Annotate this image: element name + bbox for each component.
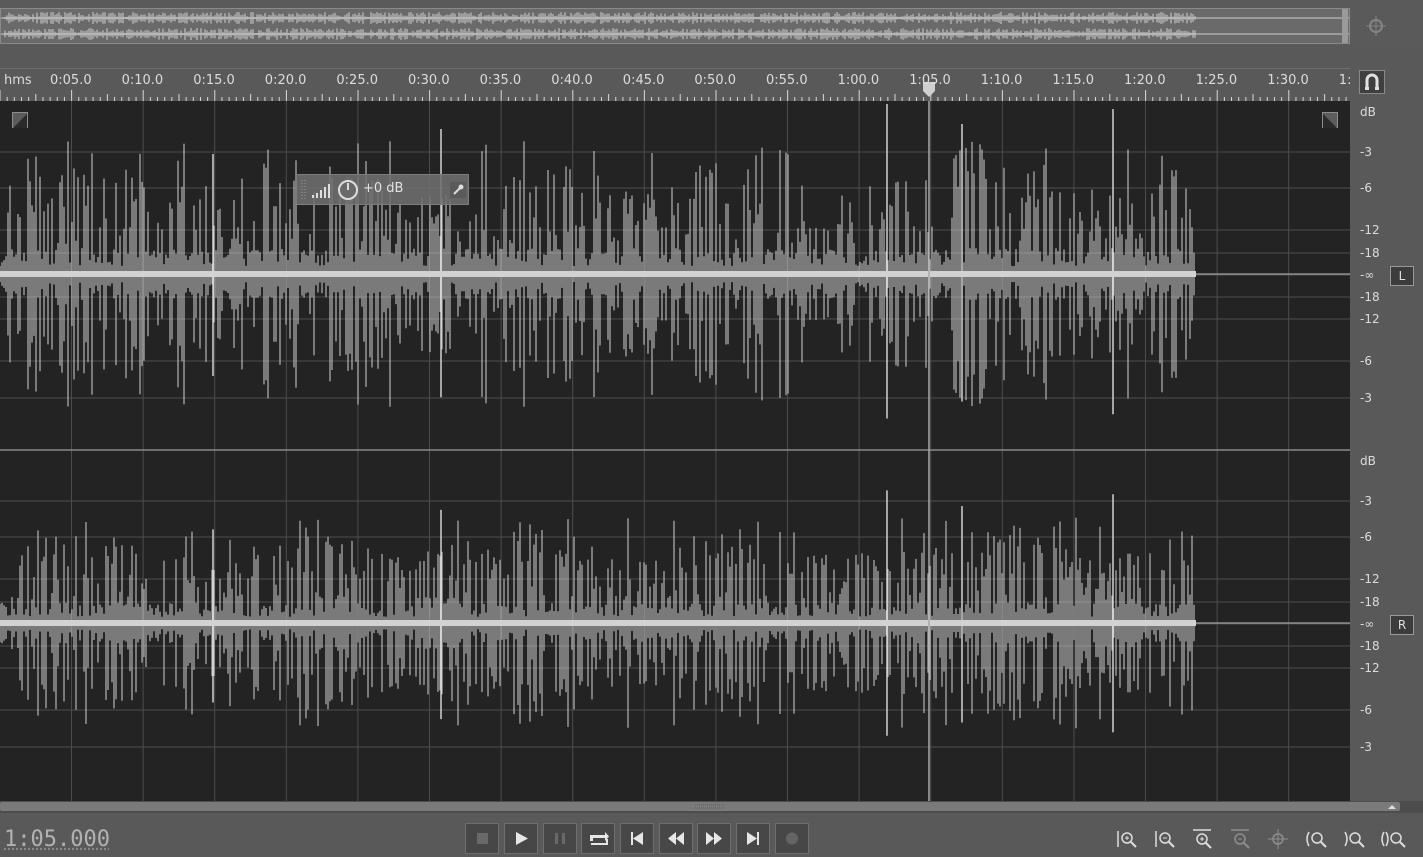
hud-grip-icon: [301, 180, 306, 200]
db-scale[interactable]: dB -3 -6 -12 -18 -∞ -18 -12 -6 -3 L dB -…: [1350, 101, 1423, 801]
waveform-display[interactable]: [0, 101, 1350, 801]
transport-bar: 1:05.000: [0, 813, 1423, 855]
db-label: -3: [1360, 145, 1372, 159]
zoom-out-all-icon[interactable]: [1378, 827, 1408, 853]
db-label: -6: [1360, 181, 1372, 195]
db-label: -12: [1360, 223, 1380, 237]
pin-icon[interactable]: [450, 182, 466, 198]
fade-out-handle[interactable]: [1322, 112, 1338, 128]
db-label: -∞: [1360, 617, 1375, 631]
zoom-in-right-icon[interactable]: [1340, 827, 1370, 853]
ruler-tick-label: 1:20.0: [1124, 73, 1166, 88]
ruler-tick-label: 1:00.0: [837, 73, 880, 88]
db-label: -6: [1360, 530, 1372, 544]
ruler-tick-label: 1:05.0: [909, 73, 951, 88]
db-label: -6: [1360, 703, 1372, 717]
pause-icon: [555, 833, 565, 844]
ruler-tick-label: 0:05.0: [50, 73, 92, 88]
volume-knob-icon[interactable]: [337, 179, 359, 201]
zoom-out-full-icon[interactable]: [1226, 827, 1256, 853]
loop-button[interactable]: [581, 823, 615, 854]
zoom-in-amplitude-icon[interactable]: [1112, 827, 1142, 853]
fast-forward-icon: [706, 832, 722, 845]
ruler-tick-label: 0:15.0: [193, 73, 235, 88]
zoom-navigator-icon[interactable]: [1364, 14, 1390, 40]
magnet-icon: [1365, 73, 1379, 90]
left-channel-label[interactable]: L: [1390, 266, 1414, 286]
time-ruler[interactable]: hms 0:05.0 0:10.0 0:15.0 0:20.0 0:25.0 0:30.0…: [0, 68, 1352, 102]
ruler-tick-label: 0:35.0: [479, 73, 522, 88]
ruler-tick-label: 0:20.0: [264, 73, 307, 88]
current-time-display[interactable]: 1:05.000: [4, 827, 110, 852]
db-label: -18: [1360, 246, 1380, 260]
zoom-out-amplitude-icon[interactable]: [1150, 827, 1180, 853]
fade-out-icon: [1323, 114, 1337, 128]
db-label: -12: [1360, 661, 1380, 675]
ruler-tick-label: 1:: [1338, 73, 1352, 88]
fast-forward-button[interactable]: [697, 823, 731, 854]
ruler-tick-label: 0:10.0: [121, 73, 164, 88]
fade-in-handle[interactable]: [12, 112, 28, 128]
db-unit-bottom: dB: [1360, 454, 1376, 468]
ruler-tick-label: 0:55.0: [766, 73, 808, 88]
ruler-tick-label: 1:10.0: [980, 73, 1023, 88]
overview-waveform: [1, 9, 1349, 43]
db-label: -18: [1360, 290, 1380, 304]
zoom-selection-icon[interactable]: [1264, 827, 1294, 853]
skip-to-start-icon: [631, 832, 643, 845]
db-unit-top: dB: [1360, 105, 1376, 119]
db-label: -18: [1360, 639, 1380, 653]
skip-to-end-icon: [747, 832, 759, 845]
ruler-tick-label: 0:40.0: [551, 73, 593, 88]
ruler-tick-label: 0:45.0: [622, 73, 665, 88]
ruler-tick-label: 0:25.0: [336, 73, 378, 88]
play-button[interactable]: [504, 823, 538, 854]
hud-gain-value[interactable]: +0 dB: [363, 181, 403, 196]
scroll-up-arrow-icon[interactable]: [1388, 804, 1396, 810]
stop-icon: [477, 833, 488, 844]
record-button[interactable]: [775, 823, 809, 854]
amplitude-hud[interactable]: +0 dB: [296, 174, 469, 205]
zoom-in-left-icon[interactable]: [1302, 827, 1332, 853]
volume-meter-icon: [312, 184, 330, 198]
db-label: -3: [1360, 494, 1372, 508]
pause-button[interactable]: [543, 823, 577, 854]
db-label: -3: [1360, 740, 1372, 754]
db-label: -12: [1360, 312, 1380, 326]
ruler-tick-label: 0:30.0: [408, 73, 450, 88]
overview-navigator[interactable]: [0, 0, 1423, 48]
fade-in-icon: [13, 114, 27, 128]
stop-button[interactable]: [465, 823, 499, 854]
db-label: -6: [1360, 354, 1372, 368]
ruler-tick-label: 1:15.0: [1052, 73, 1094, 88]
skip-to-end-button[interactable]: [736, 823, 770, 854]
db-label: -18: [1360, 595, 1380, 609]
db-label: -3: [1360, 391, 1372, 405]
ruler-tick-label: 1:25.0: [1195, 73, 1238, 88]
skip-to-start-button[interactable]: [620, 823, 654, 854]
snap-to-grid-button[interactable]: [1359, 70, 1385, 94]
ruler-tick-label: 0:50.0: [694, 73, 736, 88]
loop-icon: [590, 832, 609, 845]
scrollbar-thumb[interactable]: [0, 802, 1400, 811]
right-channel-label[interactable]: R: [1390, 615, 1414, 635]
db-label: -∞: [1360, 268, 1375, 282]
play-icon: [516, 832, 528, 845]
waveform-canvas[interactable]: [0, 101, 1350, 801]
db-label: -12: [1360, 572, 1380, 586]
rewind-icon: [668, 832, 684, 845]
ruler-tick-label: 1:30.0: [1267, 73, 1309, 88]
horizontal-scrollbar[interactable]: [0, 801, 1423, 813]
record-icon: [786, 832, 798, 845]
scroll-grip-icon: [695, 804, 725, 809]
rewind-button[interactable]: [659, 823, 693, 854]
overview-waveform-box[interactable]: [0, 8, 1350, 44]
zoom-in-full-icon[interactable]: [1188, 827, 1218, 853]
